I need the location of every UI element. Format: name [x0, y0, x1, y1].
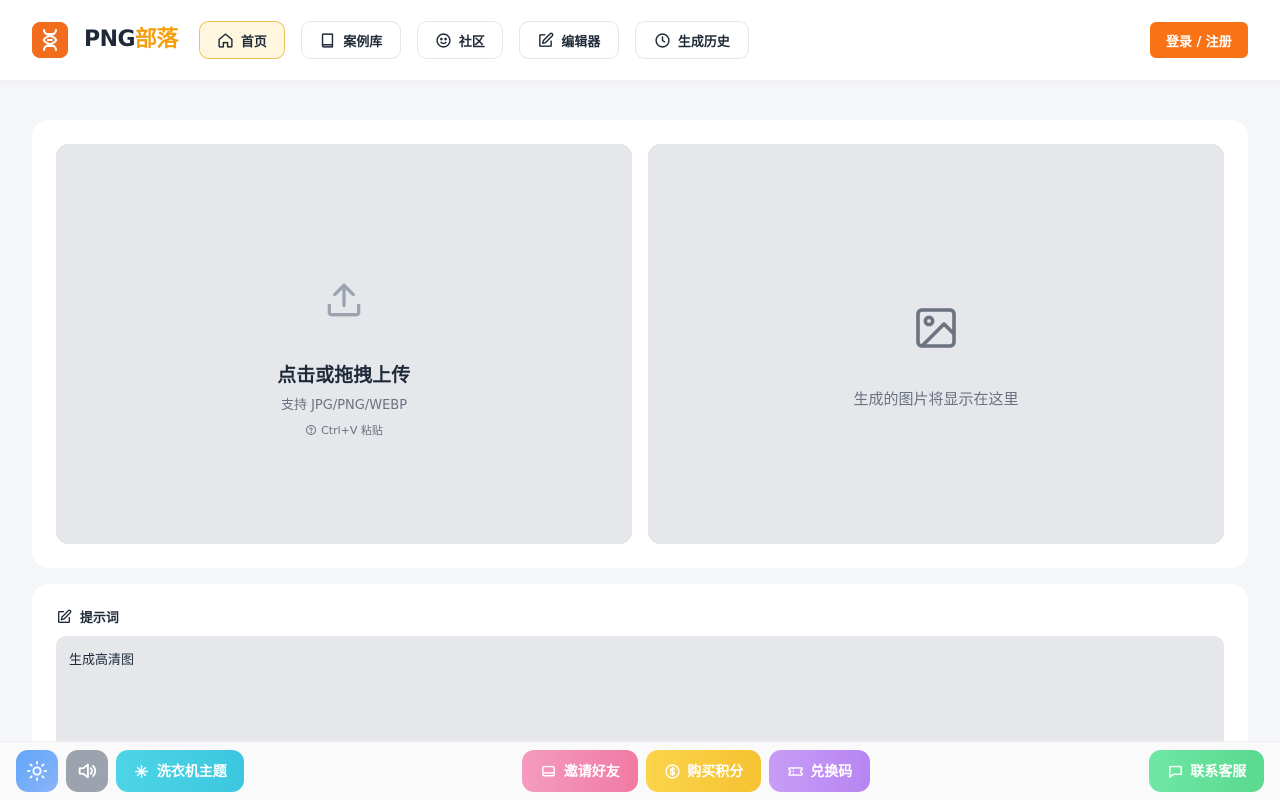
result-placeholder: 生成的图片将显示在这里 — [853, 390, 1019, 408]
home-icon — [218, 32, 233, 48]
clock-icon — [655, 32, 670, 48]
help-circle-icon — [306, 425, 317, 435]
sparkle-icon — [135, 764, 148, 778]
washer-theme-label: 洗衣机主题 — [157, 764, 227, 780]
theme-toggle-button[interactable] — [16, 750, 58, 792]
smile-icon — [436, 32, 451, 48]
edit-icon — [539, 32, 554, 47]
sun-icon — [26, 760, 48, 782]
nav-community[interactable]: 社区 — [417, 21, 503, 59]
invite-friends-button[interactable]: 邀请好友 — [522, 750, 638, 792]
chat-icon — [1168, 765, 1182, 778]
nav-editor[interactable]: 编辑器 — [519, 21, 619, 59]
volume-icon — [78, 763, 97, 779]
contact-support-label: 联系客服 — [1190, 764, 1247, 780]
login-register-button[interactable]: 登录 / 注册 — [1150, 22, 1248, 58]
nav-home[interactable]: 首页 — [199, 21, 285, 59]
redeem-code-label: 兑换码 — [810, 764, 853, 780]
invite-friends-label: 邀请好友 — [564, 764, 620, 780]
washer-theme-button[interactable]: 洗衣机主题 — [116, 750, 244, 792]
upload-icon — [327, 283, 361, 317]
image-icon — [916, 308, 956, 348]
prompt-label: 提示词 — [56, 607, 119, 626]
nav-home-label: 首页 — [240, 34, 267, 50]
contact-support-button[interactable]: 联系客服 — [1149, 750, 1264, 792]
upload-formats: 支持 JPG/PNG/WEBP — [280, 398, 408, 413]
paste-hint: Ctrl+V 粘贴 — [56, 422, 632, 438]
result-preview: 生成的图片将显示在这里 — [648, 144, 1224, 544]
brand-name-part2: 部落 — [135, 27, 179, 52]
nav-cases[interactable]: 案例库 — [301, 21, 401, 59]
nav-history-label: 生成历史 — [677, 34, 730, 50]
brand-name-part1: PNG — [84, 27, 136, 52]
buy-credits-button[interactable]: 购买积分 — [646, 750, 761, 792]
nav-editor-label: 编辑器 — [561, 34, 601, 50]
upload-dropzone[interactable]: 点击或拖拽上传 支持 JPG/PNG/WEBP Ctrl+V 粘贴 — [56, 144, 632, 544]
tv-icon — [542, 765, 555, 776]
dna-logo-icon[interactable] — [32, 22, 68, 58]
brand-name[interactable]: PNG 部落 — [84, 26, 179, 54]
coin-icon — [664, 763, 680, 779]
paste-hint-label: Ctrl+V 粘贴 — [321, 424, 383, 437]
nav-community-label: 社区 — [458, 34, 485, 50]
ticket-icon — [787, 766, 803, 776]
edit-icon — [58, 609, 72, 623]
nav-history[interactable]: 生成历史 — [635, 21, 749, 59]
sound-toggle-button[interactable] — [66, 750, 108, 792]
prompt-label-text: 提示词 — [80, 611, 120, 626]
buy-credits-label: 购买积分 — [687, 764, 744, 780]
book-icon — [322, 32, 334, 48]
redeem-code-button[interactable]: 兑换码 — [769, 750, 870, 792]
upload-title: 点击或拖拽上传 — [277, 364, 411, 386]
top-header: PNG 部落 首页 案例库 社区 编辑器 生成历史 登录 / 注册 — [0, 0, 1280, 80]
nav-cases-label: 案例库 — [343, 34, 383, 50]
